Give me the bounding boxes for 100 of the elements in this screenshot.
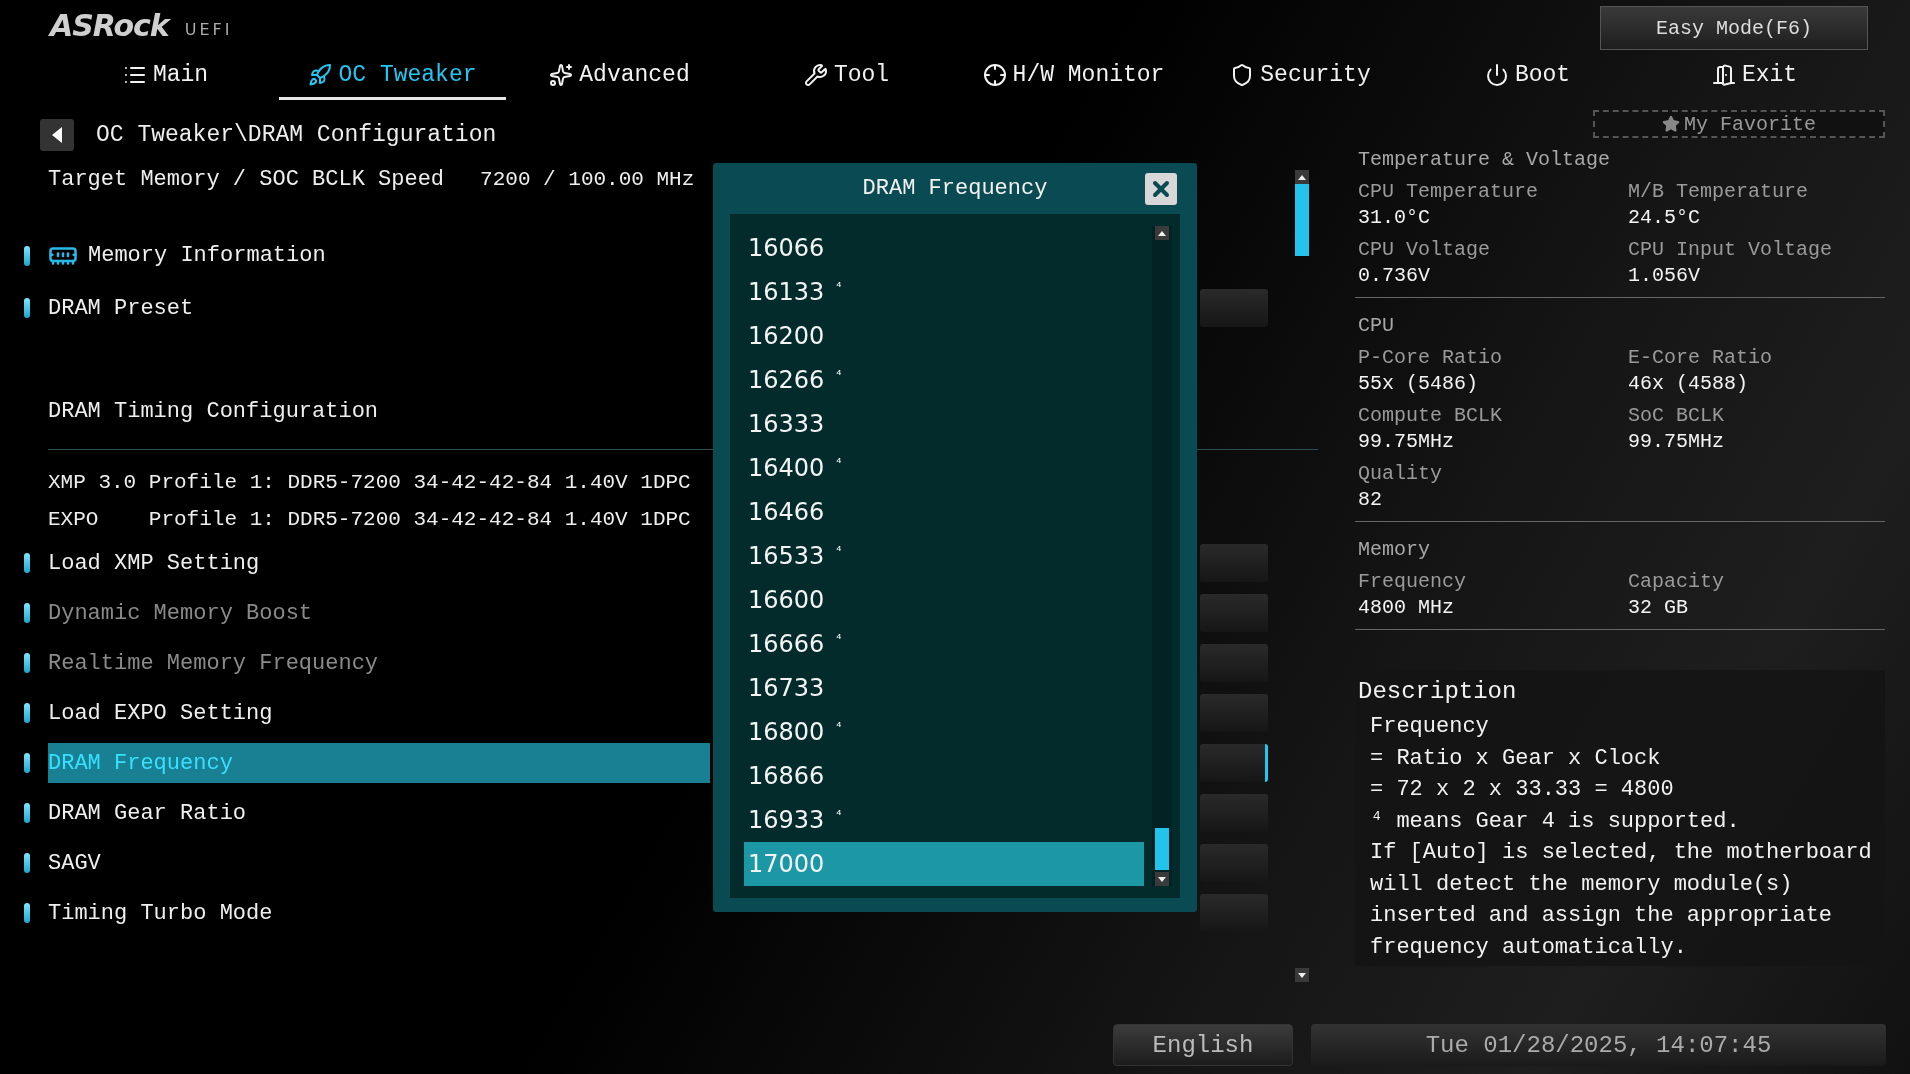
info-label: CPU Temperature (1358, 179, 1540, 205)
info-label: CPU Voltage (1358, 237, 1492, 263)
section-title: CPU (1358, 314, 1395, 337)
info-value: 0.736V (1358, 263, 1431, 289)
menu-item[interactable]: Load XMP Setting (48, 543, 710, 583)
info-label: E-Core Ratio (1628, 345, 1774, 371)
scroll-down-button[interactable] (1155, 872, 1169, 886)
bullet-icon (24, 753, 30, 773)
frequency-option[interactable]: 16600 (744, 578, 1144, 622)
description-text: = Ratio x Gear x Clock (1369, 744, 1662, 773)
nav-tab[interactable]: H/W Monitor (960, 52, 1187, 100)
info-label: Quality (1358, 461, 1443, 487)
info-label: M/B Temperature (1628, 179, 1810, 205)
dialog-title: DRAM Frequency (862, 176, 1048, 201)
back-button[interactable] (40, 119, 74, 151)
product-label: UEFI (184, 20, 233, 41)
frequency-option[interactable]: 16866 (744, 754, 1144, 798)
info-label: P-Core Ratio (1358, 345, 1504, 371)
bullet-icon (24, 703, 30, 723)
description-text: ⁴ means Gear 4 is supported. (1369, 807, 1741, 836)
star-icon (1662, 115, 1680, 133)
section-title: Memory (1358, 538, 1431, 561)
tab-icon (1484, 62, 1509, 87)
scrollbar-thumb[interactable] (1155, 828, 1169, 870)
description-text: inserted and assign the appropriate (1369, 902, 1834, 930)
favorite-button[interactable]: My Favorite (1593, 110, 1885, 138)
scroll-up-button[interactable] (1295, 170, 1309, 184)
description-text: will detect the memory module(s) (1369, 870, 1794, 899)
frequency-option[interactable]: 16533 ⁴ (744, 534, 1144, 578)
menu-item[interactable]: DRAM Preset (48, 288, 710, 328)
menu-item[interactable]: Load EXPO Setting (48, 693, 710, 733)
frequency-option[interactable]: 16333 (744, 402, 1144, 446)
description-text: = 72 x 2 x 33.33 = 4800 (1369, 776, 1675, 804)
value-box[interactable] (1200, 744, 1268, 782)
info-label: Compute BCLK (1358, 403, 1504, 429)
scroll-up-button[interactable] (1155, 226, 1169, 240)
frequency-option[interactable]: 16666 ⁴ (744, 622, 1144, 666)
bullet-icon (24, 298, 30, 318)
info-value: 32 GB (1628, 595, 1689, 621)
frequency-option[interactable]: 16400 ⁴ (744, 446, 1144, 490)
description-text: If [Auto] is selected, the motherboard (1369, 839, 1873, 867)
bullet-icon (24, 903, 30, 923)
bullet-icon (24, 853, 30, 873)
menu-item[interactable]: SAGV (48, 843, 710, 883)
description-text: Frequency (1369, 713, 1490, 741)
bullet-icon (24, 653, 30, 673)
profile-info: EXPO Profile 1: DDR5-7200 34-42-42-84 1.40V 1DPC (48, 508, 692, 531)
date-time: Tue 01/28/2025, 14:07:45 (1311, 1024, 1886, 1066)
bullet-icon (24, 803, 30, 823)
info-value: 1.056V (1628, 263, 1701, 289)
frequency-option[interactable]: 16733 (744, 666, 1144, 710)
menu-item[interactable]: DRAM Gear Ratio (48, 793, 710, 833)
close-button[interactable] (1145, 173, 1177, 205)
info-value: 82 (1358, 487, 1383, 513)
description-text: frequency automatically. (1369, 933, 1688, 962)
menu-item[interactable]: Memory Information (48, 235, 710, 276)
bullet-icon (24, 603, 30, 623)
nav-tab[interactable]: Boot (1414, 52, 1641, 100)
nav-tab[interactable]: OC Tweaker (279, 52, 506, 100)
info-label: SoC BCLK (1628, 403, 1725, 429)
bullet-icon (24, 245, 30, 266)
frequency-option[interactable]: 16066 (744, 226, 1144, 270)
info-value: 31.0°C (1358, 205, 1431, 231)
frequency-option[interactable]: 16466 (744, 490, 1144, 534)
breadcrumb: OC Tweaker\DRAM Configuration (96, 122, 497, 148)
scroll-down-button[interactable] (1295, 968, 1309, 982)
nav-tab[interactable]: Security (1187, 52, 1414, 100)
info-value: 4800 MHz (1358, 595, 1455, 621)
frequency-option[interactable]: 16266 ⁴ (744, 358, 1144, 402)
nav-tab[interactable]: Advanced (506, 52, 733, 100)
info-value: 24.5°C (1628, 205, 1701, 231)
nav-tab[interactable]: Main (52, 52, 279, 100)
frequency-option[interactable]: 16800 ⁴ (744, 710, 1144, 754)
bullet-icon (24, 553, 30, 573)
easy-mode-button[interactable]: Easy Mode(F6) (1600, 6, 1868, 50)
info-label: CPU Input Voltage (1628, 237, 1834, 263)
description-title: Description (1358, 678, 1518, 705)
menu-item[interactable]: Timing Turbo Mode (48, 893, 710, 933)
tab-icon (1711, 62, 1736, 87)
frequency-option[interactable]: 16133 ⁴ (744, 270, 1144, 314)
tab-icon (803, 62, 828, 87)
tab-icon (308, 62, 333, 87)
target-speed-value: 7200 / 100.00 MHz (480, 167, 695, 191)
info-value: 55x (5486) (1358, 371, 1480, 397)
tab-icon (982, 62, 1007, 87)
info-label: Capacity (1628, 569, 1725, 595)
info-value: 99.75MHz (1628, 429, 1725, 455)
section-heading: DRAM Timing Configuration (48, 398, 380, 424)
scrollbar-thumb[interactable] (1295, 184, 1309, 256)
target-speed-label: Target Memory / SOC BCLK Speed (48, 166, 445, 192)
language-button[interactable]: English (1113, 1024, 1293, 1066)
frequency-option[interactable]: 16933 ⁴ (744, 798, 1144, 842)
profile-info: XMP 3.0 Profile 1: DDR5-7200 34-42-42-84 1.40V 1DPC (48, 471, 692, 494)
info-value: 46x (4588) (1628, 371, 1750, 397)
nav-tab[interactable]: Tool (733, 52, 960, 100)
info-value: 99.75MHz (1358, 429, 1455, 455)
frequency-option[interactable]: 16200 (744, 314, 1144, 358)
brand-logo: ASRock (50, 8, 169, 43)
section-title: Temperature & Voltage (1358, 148, 1612, 171)
nav-tab[interactable]: Exit (1641, 52, 1868, 100)
